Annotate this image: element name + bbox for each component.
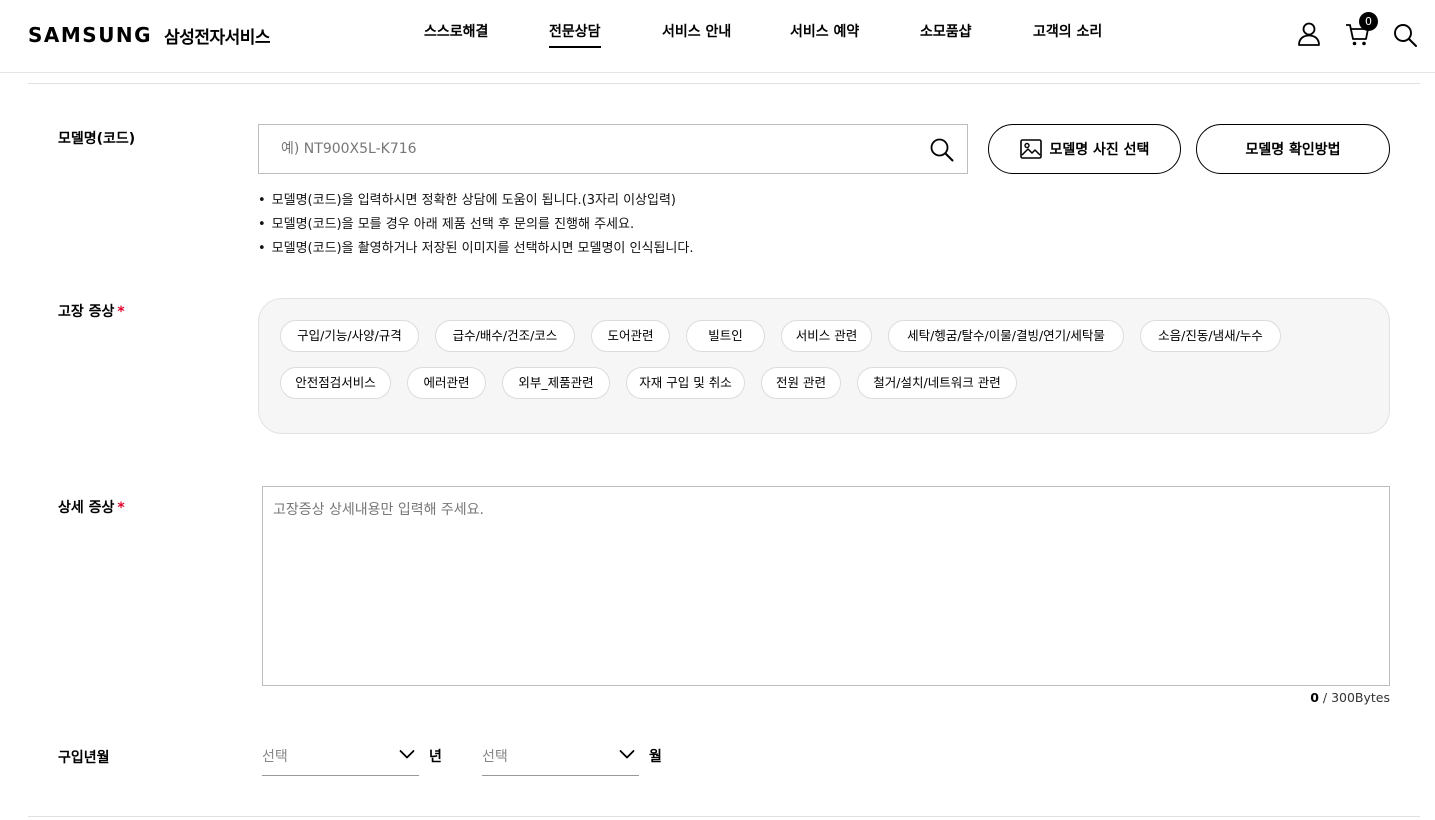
search-icon[interactable] (1392, 22, 1420, 50)
symptom-chip[interactable]: 소음/진동/냄새/누수 (1140, 320, 1281, 352)
chevron-down-icon (399, 750, 415, 759)
symptom-chip[interactable]: 구입/기능/사양/규격 (280, 320, 419, 352)
purchase-date-label: 구입년월 (58, 750, 110, 766)
logo-subtitle: 삼성전자서비스 (164, 27, 271, 48)
note-item: 모델명(코드)을 모를 경우 아래 제품 선택 후 문의를 진행해 주세요. (258, 214, 693, 238)
byte-counter: 0 / 300Bytes (1310, 690, 1390, 705)
symptom-chip[interactable]: 급수/배수/건조/코스 (435, 320, 575, 352)
model-search-icon[interactable] (929, 137, 955, 163)
note-item: 모델명(코드)을 촬영하거나 저장된 이미지를 선택하시면 모델명이 인식됩니다… (258, 238, 694, 262)
symptom-chip[interactable]: 세탁/헹굼/탈수/이물/결빙/연기/세탁물 (888, 320, 1124, 352)
cart-count-badge: 0 (1359, 12, 1378, 31)
purchase-month-value: 선택 (482, 749, 508, 765)
purchase-year-value: 선택 (262, 749, 288, 765)
symptom-chip[interactable]: 전원 관련 (761, 367, 841, 399)
required-mark: * (117, 500, 125, 516)
purchase-year-select[interactable]: 선택 (262, 738, 419, 776)
symptom-chip-area: 구입/기능/사양/규격 급수/배수/건조/코스 도어관련 빌트인 서비스 관련 … (258, 298, 1390, 434)
nav-item-self-solve[interactable]: 스스로해결 (424, 22, 488, 48)
model-photo-select-button[interactable]: 모델명 사진 선택 (988, 124, 1181, 174)
detail-textarea-box (262, 486, 1390, 686)
model-label: 모델명(코드) (58, 131, 136, 147)
symptom-chip[interactable]: 빌트인 (686, 320, 765, 352)
purchase-month-select[interactable]: 선택 (482, 738, 639, 776)
model-howto-button[interactable]: 모델명 확인방법 (1196, 124, 1390, 174)
chevron-down-icon (619, 750, 635, 759)
nav-item-expert-consult[interactable]: 전문상담 (549, 22, 601, 48)
image-icon (1019, 139, 1042, 159)
nav-item-service-info[interactable]: 서비스 안내 (662, 22, 731, 48)
symptom-chip[interactable]: 외부_제품관련 (502, 367, 610, 399)
required-mark: * (117, 304, 125, 320)
model-code-input[interactable] (259, 125, 919, 173)
model-search-box (258, 124, 968, 174)
year-unit: 년 (429, 749, 442, 765)
symptom-chip[interactable]: 에러관련 (407, 367, 486, 399)
nav-item-customer-voice[interactable]: 고객의 소리 (1033, 22, 1102, 48)
nav-item-supplies-shop[interactable]: 소모품샵 (920, 22, 972, 48)
symptom-chip[interactable]: 자재 구입 및 취소 (626, 367, 745, 399)
note-item: 모델명(코드)을 입력하시면 정확한 상담에 도움이 됩니다.(3자리 이상입력… (258, 190, 693, 214)
symptom-chip[interactable]: 안전점검서비스 (280, 367, 391, 399)
section-divider (28, 816, 1420, 817)
detail-label-text: 상세 증상 (58, 500, 115, 516)
site-header: SAMSUNG 삼성전자서비스 스스로해결 전문상담 서비스 안내 서비스 예약… (0, 0, 1435, 73)
nav-item-service-booking[interactable]: 서비스 예약 (790, 22, 859, 48)
detail-label: 상세 증상 * (58, 497, 125, 517)
month-unit: 월 (649, 749, 662, 765)
symptom-label: 고장 증상 * (58, 301, 125, 321)
byte-count: 0 (1310, 690, 1319, 705)
model-notes: 모델명(코드)을 입력하시면 정확한 상담에 도움이 됩니다.(3자리 이상입력… (258, 190, 694, 262)
logo-wordmark: SAMSUNG (28, 23, 153, 47)
samsung-logo[interactable]: SAMSUNG 삼성전자서비스 (28, 22, 271, 48)
byte-limit: / 300Bytes (1318, 690, 1390, 705)
section-divider (28, 83, 1420, 84)
symptom-label-text: 고장 증상 (58, 304, 115, 320)
symptom-chip[interactable]: 도어관련 (591, 320, 670, 352)
model-photo-select-label: 모델명 사진 선택 (1049, 142, 1150, 158)
user-icon[interactable] (1296, 20, 1324, 48)
symptom-chip[interactable]: 철거/설치/네트워크 관련 (857, 367, 1017, 399)
symptom-chip[interactable]: 서비스 관련 (781, 320, 872, 352)
detail-symptom-textarea[interactable] (263, 487, 1389, 685)
